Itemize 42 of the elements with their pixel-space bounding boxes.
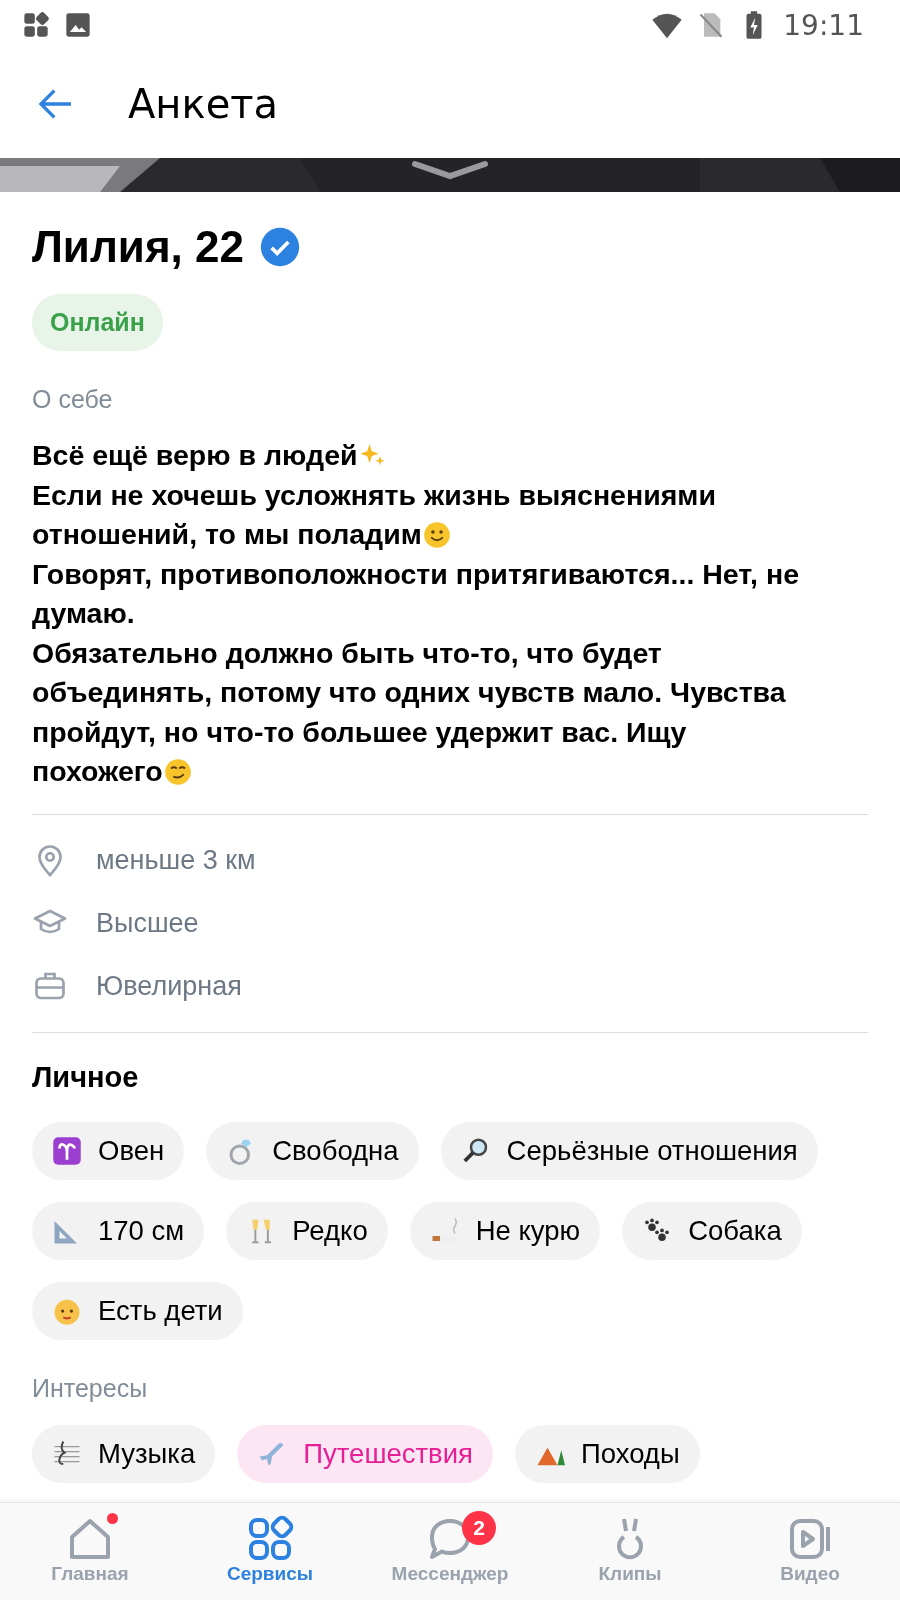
- bio-text: Если не хочешь усложнять жизнь выяснениями: [32, 478, 716, 511]
- bio-text: объединять, потому что одних чувств мало. Чувства: [32, 676, 786, 708]
- tag-chip: Редко: [226, 1201, 388, 1260]
- section-title: Личное: [32, 1060, 140, 1094]
- nav-tab[interactable]: Сервисы: [180, 1503, 360, 1600]
- tag-chip: Свободна: [206, 1121, 419, 1180]
- widgets-icon: [22, 11, 50, 39]
- smiley-icon: [422, 521, 451, 549]
- tag-chip: Овен: [32, 1121, 185, 1180]
- bio-text: думаю.: [32, 597, 135, 629]
- nav-tab[interactable]: Клипы: [540, 1503, 720, 1600]
- nav-tab[interactable]: 2 Мессенджер: [360, 1503, 540, 1600]
- bio-text: Обязательно должно быть что-то, что будет: [32, 636, 662, 669]
- bio-text: Всё ещё верю в людей: [32, 439, 358, 471]
- bio-text: пройдут, но что-то большее удержит вас. Ищу: [32, 715, 687, 748]
- tag-chip: Не курю: [409, 1201, 601, 1260]
- tag-chip: 170 см: [32, 1201, 205, 1260]
- bio-text: отношений, то мы поладим: [32, 518, 422, 550]
- bio-text: Говорят, противоположности притягиваются... Нет, не: [32, 557, 799, 590]
- online-status-badge: Онлайн: [32, 294, 163, 351]
- section-label: О себе: [32, 385, 114, 414]
- interest-chip[interactable]: Музыка: [32, 1424, 216, 1483]
- interest-chip[interactable]: Походы: [514, 1424, 700, 1483]
- aries-icon: [52, 1135, 82, 1166]
- bio-text: похожего: [32, 755, 163, 787]
- clock-time: 19:11: [783, 8, 864, 42]
- smirk-icon: [163, 758, 192, 786]
- tag-chip: Собака: [622, 1201, 802, 1260]
- info-text: Ювелирная: [96, 970, 242, 1002]
- nav-tab[interactable]: Видео: [720, 1503, 900, 1600]
- interest-chip[interactable]: Путешествия: [237, 1424, 493, 1483]
- nav-tab[interactable]: Главная: [0, 1503, 180, 1600]
- section-label: Интересы: [32, 1373, 149, 1403]
- services-icon: [246, 1515, 294, 1563]
- info-text: меньше 3 км: [96, 844, 256, 876]
- tag-chip: Серьёзные отношения: [440, 1121, 818, 1180]
- image-icon: [64, 11, 92, 39]
- info-text: Высшее: [96, 907, 199, 939]
- unread-count-badge: 2: [462, 1511, 496, 1545]
- screen-title: Анкета: [128, 81, 279, 127]
- profile-name: Лилия, 22: [32, 222, 244, 272]
- tag-chip: Есть дети: [32, 1281, 243, 1340]
